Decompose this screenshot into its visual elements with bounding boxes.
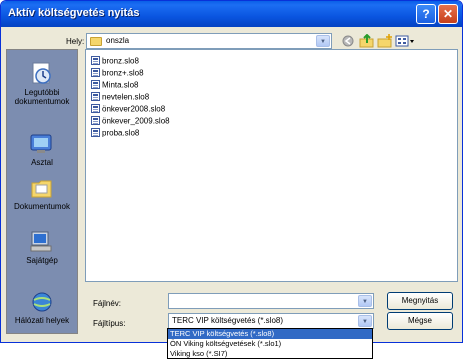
recent-documents-icon (29, 62, 55, 86)
up-folder-icon[interactable] (359, 33, 375, 48)
file-icon (91, 68, 100, 78)
new-folder-icon[interactable] (377, 34, 393, 48)
filetype-option[interactable]: ÖN Viking költségvetések (*.slo1) (168, 339, 372, 349)
network-places-icon (29, 290, 55, 314)
window-title: Aktív költségvetés nyitás (8, 7, 140, 19)
list-item[interactable]: bronz.slo8 (91, 56, 139, 67)
back-icon[interactable] (341, 34, 357, 48)
filetype-option[interactable]: Viking kso (*.SI7) (168, 349, 372, 359)
place-label: Asztal (31, 158, 53, 167)
place-recent-documents[interactable]: Legutóbbi dokumentumok (7, 62, 77, 106)
folder-icon (90, 37, 102, 46)
filetype-value: TERC VIP költségvetés (*.slo8) (172, 316, 284, 325)
filetype-label: Fájltípus: (93, 319, 126, 328)
file-icon (91, 116, 100, 126)
chevron-down-icon[interactable]: ▼ (358, 315, 372, 327)
chevron-down-icon[interactable]: ▼ (316, 35, 330, 47)
list-item[interactable]: önkever2008.slo8 (91, 104, 165, 115)
documents-icon (29, 176, 55, 200)
list-item[interactable]: nevtelen.slo8 (91, 92, 149, 103)
file-icon (91, 56, 100, 66)
chevron-down-icon[interactable]: ▼ (358, 295, 372, 307)
location-value: onszla (106, 36, 130, 45)
my-computer-icon (29, 230, 55, 254)
place-label: Legutóbbi dokumentumok (14, 88, 70, 106)
view-menu-icon[interactable] (395, 34, 417, 48)
list-item[interactable]: önkever_2009.slo8 (91, 116, 170, 127)
location-combo[interactable]: onszla ▼ (86, 33, 332, 49)
filetype-option[interactable]: TERC VIP költségvetés (*.slo8) (168, 329, 372, 339)
place-desktop[interactable]: Asztal (7, 132, 77, 167)
open-dialog: Aktív költségvetés nyitás ? ✕ Hely: onsz… (0, 0, 463, 343)
filename-input[interactable]: ▼ (168, 293, 374, 309)
filename-label: Fájlnév: (93, 299, 122, 308)
place-label: Sajátgép (26, 256, 58, 265)
file-list[interactable]: bronz.slo8 bronz+.slo8 Minta.slo8 nevtel… (85, 49, 458, 282)
file-icon (91, 104, 100, 114)
place-label: Hálózati helyek (14, 316, 70, 325)
place-documents[interactable]: Dokumentumok (7, 176, 77, 211)
location-label: Hely: (66, 37, 85, 46)
places-bar: Legutóbbi dokumentumok Asztal Dokumentum… (6, 49, 78, 334)
close-button[interactable]: ✕ (438, 4, 458, 24)
place-label: Dokumentumok (13, 202, 71, 211)
help-button[interactable]: ? (416, 4, 436, 24)
desktop-icon (29, 132, 55, 156)
list-item[interactable]: proba.slo8 (91, 128, 139, 139)
file-icon (91, 80, 100, 90)
place-network[interactable]: Hálózati helyek (7, 290, 77, 325)
file-icon (91, 92, 100, 102)
list-item[interactable]: bronz+.slo8 (91, 68, 144, 79)
title-bar[interactable]: Aktív költségvetés nyitás ? ✕ (1, 1, 462, 27)
list-item[interactable]: Minta.slo8 (91, 80, 138, 91)
place-my-computer[interactable]: Sajátgép (7, 230, 77, 265)
open-button[interactable]: Megnyitás (387, 292, 453, 310)
filetype-dropdown[interactable]: TERC VIP költségvetés (*.slo8) ÖN Viking… (167, 328, 373, 359)
file-icon (91, 128, 100, 138)
cancel-button[interactable]: Mégse (387, 312, 453, 330)
filetype-select[interactable]: TERC VIP költségvetés (*.slo8) ▼ (168, 313, 374, 329)
